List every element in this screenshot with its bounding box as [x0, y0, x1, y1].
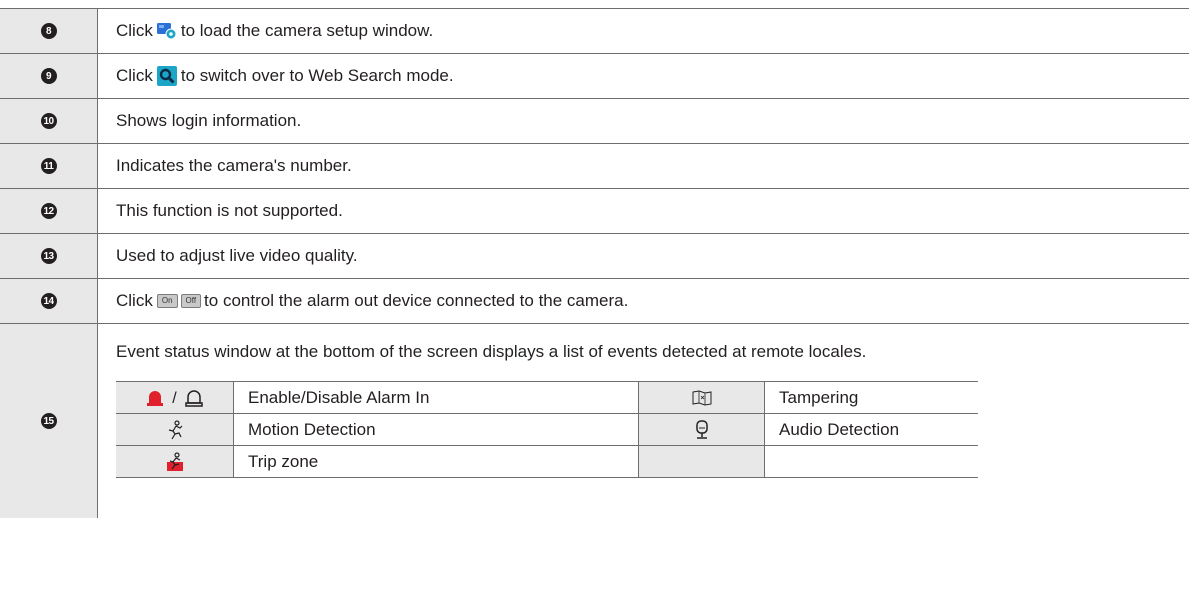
web-search-icon [156, 66, 177, 86]
row-number: 14 [40, 293, 57, 309]
table-row: 12 This function is not supported. [0, 188, 1189, 233]
audio-detection-icon [695, 420, 709, 440]
row-number: 15 [40, 413, 57, 429]
row-text-before: Click [116, 291, 153, 310]
table-row: 13 Used to adjust live video quality. [0, 233, 1189, 278]
camera-setup-icon [156, 22, 177, 40]
motion-detection-label: Motion Detection [233, 413, 639, 446]
trip-zone-icon [165, 452, 185, 472]
row-number: 13 [40, 248, 57, 264]
empty-label-cell [764, 445, 978, 478]
alarm-off-button-image: Off [180, 294, 202, 308]
event-status-description: Event status window at the bottom of the… [116, 342, 867, 361]
row-number: 12 [40, 203, 57, 219]
icon-separator: / [172, 389, 177, 407]
tampering-icon [692, 390, 712, 406]
empty-icon-cell [638, 445, 765, 478]
table-row: 9 Click to switch over to Web Search mod… [0, 53, 1189, 98]
row-text: This function is not supported. [116, 201, 343, 220]
row-text: Indicates the camera's number. [116, 156, 352, 175]
row-text: Shows login information. [116, 111, 302, 130]
table-row: 15 Event status window at the bottom of … [0, 323, 1189, 518]
row-text: Used to adjust live video quality. [116, 246, 358, 265]
table-row: 8 Click to load the camera setup window. [0, 8, 1189, 53]
table-row: Motion Detection Audio Detection [116, 413, 978, 446]
row-text-after: to control the alarm out device connecte… [204, 291, 629, 310]
description-table: 8 Click to load the camera setup window.… [0, 8, 1189, 518]
row-text-before: Click [116, 21, 153, 40]
trip-zone-label: Trip zone [233, 445, 639, 478]
row-number: 8 [40, 23, 57, 39]
event-icon-table: / Enable/Disable Alarm In Tampering Moti… [116, 381, 978, 478]
table-row: 14 Click On Off to control the alarm out… [0, 278, 1189, 323]
row-number: 11 [40, 158, 57, 174]
table-row: 11 Indicates the camera's number. [0, 143, 1189, 188]
row-number: 9 [40, 68, 57, 84]
row-text-before: Click [116, 66, 153, 85]
tampering-label: Tampering [764, 381, 978, 414]
row-text-after: to switch over to Web Search mode. [180, 66, 454, 85]
motion-detection-icon [166, 420, 184, 440]
table-row: Trip zone [116, 445, 978, 478]
alarm-in-enabled-icon [146, 389, 164, 407]
alarm-in-disabled-icon [185, 389, 204, 407]
alarm-in-label: Enable/Disable Alarm In [233, 381, 639, 414]
row-number: 10 [40, 113, 57, 129]
alarm-on-button-image: On [156, 294, 178, 308]
table-row: / Enable/Disable Alarm In Tampering [116, 381, 978, 414]
row-text-after: to load the camera setup window. [180, 21, 434, 40]
table-row: 10 Shows login information. [0, 98, 1189, 143]
audio-detection-label: Audio Detection [764, 413, 978, 446]
